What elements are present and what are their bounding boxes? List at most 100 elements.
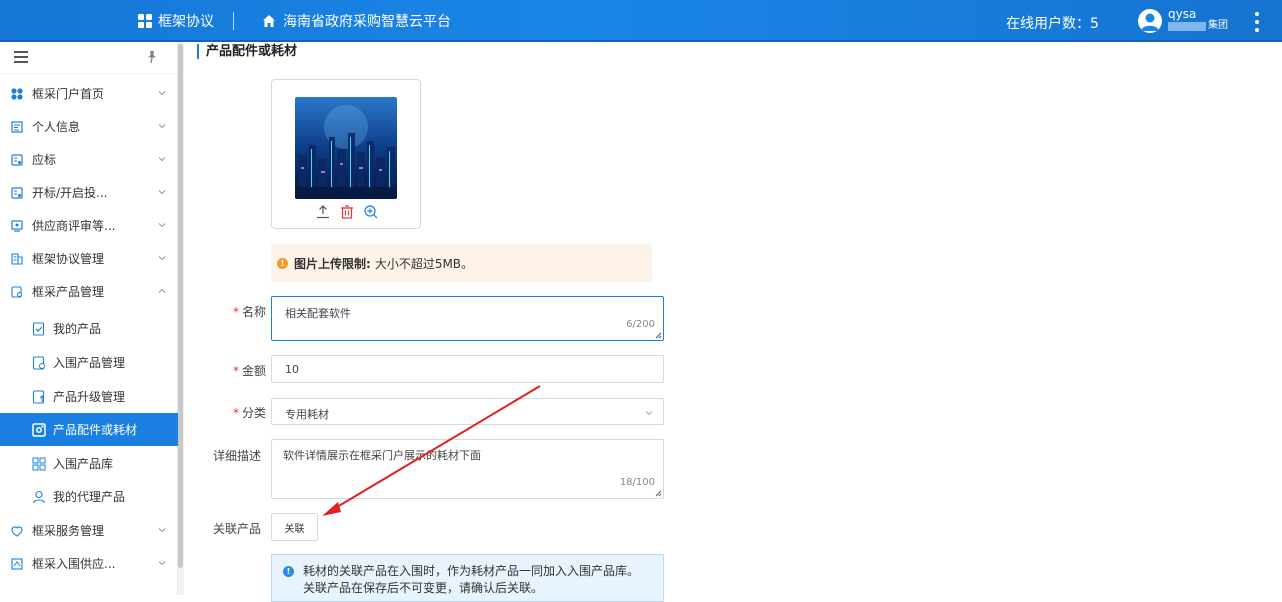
required-mark: *: [232, 364, 239, 378]
product-icon: [11, 285, 23, 298]
product-image: [295, 97, 397, 199]
sidebar-item-label: 应标: [32, 153, 57, 167]
amount-input[interactable]: 10: [271, 355, 664, 383]
brand-label: 框架协议: [158, 14, 214, 30]
redacted-org: [1168, 21, 1206, 31]
sidebar-item-agent-products[interactable]: 我的代理产品: [0, 480, 178, 513]
info-line-1: 耗材的关联产品在入围时，作为耗材产品一同加入入围产品库。: [303, 564, 640, 578]
monitor-icon: [11, 219, 23, 232]
online-users: 在线用户数：5: [1006, 13, 1099, 33]
upload-icon[interactable]: [315, 204, 331, 220]
platform-link[interactable]: 海南省政府采购智慧云平台: [262, 11, 451, 31]
city-night-image: [295, 97, 397, 199]
category-select[interactable]: 专用耗材: [271, 398, 664, 425]
sidebar-item-bid[interactable]: 应标: [0, 143, 178, 176]
page-title: 产品配件或耗材: [197, 44, 297, 59]
parts-icon: [32, 422, 46, 437]
sidebar-item-label: 个人信息: [32, 120, 81, 134]
chevron-down-icon: [158, 124, 166, 129]
sidebar-item-personal-info[interactable]: 个人信息: [0, 110, 178, 143]
sidebar: 框采门户首页 个人信息 应标 开标/开启投... 供应商评审等... 框架协议管…: [0, 42, 178, 595]
category-label-text: 分类: [241, 406, 266, 420]
resize-handle-icon[interactable]: [655, 490, 662, 497]
apps-icon: [138, 14, 152, 28]
chevron-down-icon: [158, 190, 166, 195]
sidebar-item-shortlisted-suppliers[interactable]: 框采入围供应...: [0, 547, 178, 580]
category-value: 专用耗材: [285, 408, 329, 421]
amount-label-text: 金额: [241, 364, 266, 378]
sidebar-scrollbar-thumb[interactable]: [178, 44, 183, 568]
user-info[interactable]: qysa 集团: [1168, 8, 1228, 32]
sidebar-item-my-products[interactable]: 我的产品: [0, 312, 178, 345]
pin-icon[interactable]: [146, 50, 158, 64]
sidebar-item-parts-consumables[interactable]: 产品配件或耗材: [0, 413, 178, 446]
avatar[interactable]: [1138, 9, 1162, 33]
link-product-button[interactable]: 关联: [271, 513, 318, 541]
image-upload-card[interactable]: [271, 79, 421, 229]
sidebar-item-portal-home[interactable]: 框采门户首页: [0, 77, 178, 110]
id-card-icon: [11, 120, 23, 133]
user-org-suffix: 集团: [1208, 20, 1228, 31]
name-char-count: 6/200: [626, 319, 655, 330]
upload-actions: [315, 204, 379, 220]
header-divider: [233, 12, 234, 30]
upload-tip-label: 图片上传限制:: [294, 256, 371, 271]
sidebar-item-label: 产品配件或耗材: [53, 423, 138, 437]
sidebar-item-label: 供应商评审等...: [32, 219, 116, 233]
required-mark: *: [232, 305, 239, 319]
doc-icon: [11, 186, 23, 199]
sidebar-item-supplier-review[interactable]: 供应商评审等...: [0, 209, 178, 242]
chevron-down-icon: [158, 91, 166, 96]
user-name: qysa: [1168, 7, 1197, 21]
upload-limit-tip: ! 图片上传限制: 大小不超过5MB。: [271, 244, 652, 282]
delete-icon[interactable]: [339, 204, 355, 220]
sidebar-item-label: 框采服务管理: [32, 524, 105, 538]
sidebar-item-shortlisted-mgmt[interactable]: 入围产品管理: [0, 346, 178, 379]
upload-tip-text: 大小不超过5MB。: [374, 256, 474, 271]
sidebar-item-label: 我的代理产品: [53, 490, 126, 504]
description-label: 详细描述: [212, 449, 261, 463]
box-check-icon: [32, 321, 46, 336]
user-avatar-icon: [1141, 13, 1159, 31]
chevron-down-icon: [645, 411, 653, 416]
amount-label: * 金额: [196, 362, 266, 379]
info-icon: !: [283, 566, 294, 577]
sidebar-item-agreement-mgmt[interactable]: 框架协议管理: [0, 242, 178, 275]
sidebar-item-label: 入围产品库: [53, 457, 114, 471]
top-header: 框架协议 海南省政府采购智慧云平台 在线用户数：5 qysa 集团: [0, 0, 1282, 42]
resize-handle-icon[interactable]: [655, 332, 662, 339]
user-org: 集团: [1168, 20, 1228, 32]
apps-icon: [11, 87, 23, 100]
name-value: 相关配套软件: [285, 307, 351, 320]
hamburger-menu-icon[interactable]: [14, 51, 28, 63]
online-label: 在线用户数：: [1006, 16, 1090, 32]
category-label: * 分类: [196, 404, 266, 421]
info-line-2: 关联产品在保存后不可变更，请确认后关联。: [303, 581, 544, 595]
sidebar-item-product-mgmt[interactable]: 框采产品管理: [0, 275, 178, 308]
sidebar-item-bid-opening[interactable]: 开标/开启投...: [0, 176, 178, 209]
chevron-up-icon: [158, 288, 166, 293]
required-mark: *: [232, 406, 239, 420]
platform-label: 海南省政府采购智慧云平台: [283, 14, 451, 30]
warning-icon: !: [277, 257, 288, 269]
sidebar-item-label: 框采入围供应...: [32, 557, 116, 571]
service-icon: [11, 525, 23, 537]
name-label-text: 名称: [241, 305, 266, 319]
upgrade-icon: [32, 389, 46, 404]
related-product-label: 关联产品: [212, 522, 261, 536]
more-vertical-icon[interactable]: [1254, 12, 1260, 32]
sidebar-toolbar: [0, 42, 177, 74]
zoom-in-icon[interactable]: [363, 204, 379, 220]
name-textarea[interactable]: 相关配套软件 6/200: [271, 296, 664, 341]
description-textarea[interactable]: 软件详情展示在框采门户展示的耗材下面 18/100: [271, 439, 664, 499]
sidebar-item-shortlisted-library[interactable]: 入围产品库: [0, 447, 178, 480]
brand[interactable]: 框架协议: [138, 11, 214, 31]
sidebar-item-product-upgrade[interactable]: 产品升级管理: [0, 380, 178, 413]
sidebar-item-label: 框架协议管理: [32, 252, 105, 266]
chevron-down-icon: [158, 157, 166, 162]
home-icon: [263, 15, 275, 27]
description-char-count: 18/100: [619, 477, 655, 488]
sidebar-item-label: 我的产品: [53, 322, 102, 336]
doc-icon: [11, 153, 23, 166]
sidebar-item-service-mgmt[interactable]: 框采服务管理: [0, 514, 178, 547]
